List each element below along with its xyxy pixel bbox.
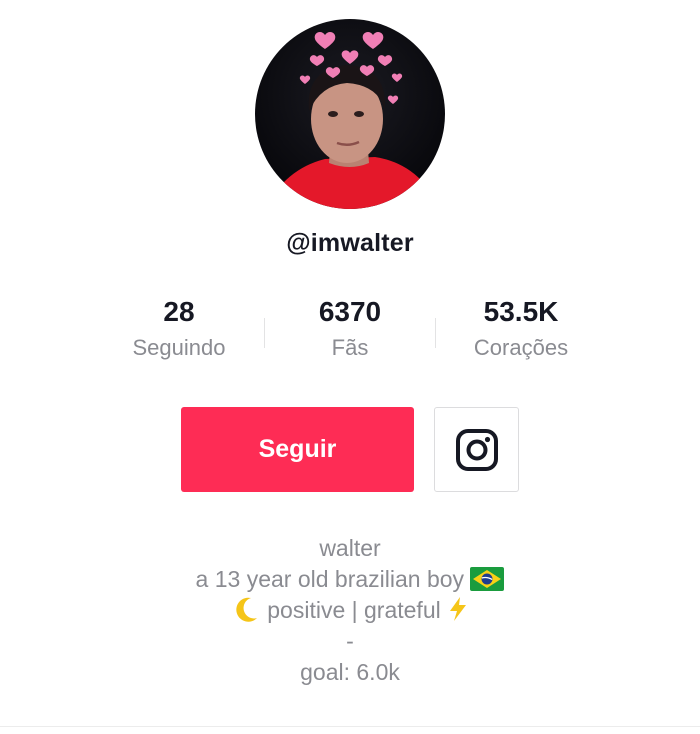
stat-label: Corações	[473, 335, 569, 360]
stat-label: Seguindo	[132, 335, 226, 360]
follow-button[interactable]: Seguir	[181, 407, 414, 492]
stat-value: 28	[163, 296, 195, 327]
profile-stats: 28 Seguindo 6370 Fãs 53.5K Corações	[94, 292, 606, 372]
bio-line-2: positive | grateful	[0, 595, 700, 626]
username: @imwalter	[286, 229, 414, 257]
bio-text: positive | grateful	[267, 597, 441, 623]
stat-label: Fãs	[331, 335, 369, 360]
instagram-icon	[455, 428, 498, 471]
lightning-icon	[447, 596, 469, 630]
bio-separator: -	[346, 628, 354, 654]
stat-likes: 53.5K Corações	[436, 292, 606, 363]
crescent-moon-icon	[231, 596, 261, 630]
bio-text: a 13 year old brazilian boy	[195, 566, 465, 592]
stat-followers[interactable]: 6370 Fãs	[265, 292, 435, 363]
profile-photo	[255, 19, 445, 209]
instagram-button[interactable]	[434, 407, 519, 492]
stat-following[interactable]: 28 Seguindo	[94, 292, 264, 363]
avatar[interactable]	[255, 19, 445, 209]
divider	[0, 726, 700, 727]
profile-bio: walter a 13 year old brazilian boy posit…	[0, 533, 700, 688]
stat-value: 53.5K	[483, 296, 559, 327]
bio-name: walter	[319, 535, 381, 561]
stat-value: 6370	[318, 296, 382, 327]
bio-goal: goal: 6.0k	[300, 659, 400, 685]
brazil-flag-icon	[470, 567, 505, 599]
bio-line-1: a 13 year old brazilian boy	[0, 564, 700, 595]
